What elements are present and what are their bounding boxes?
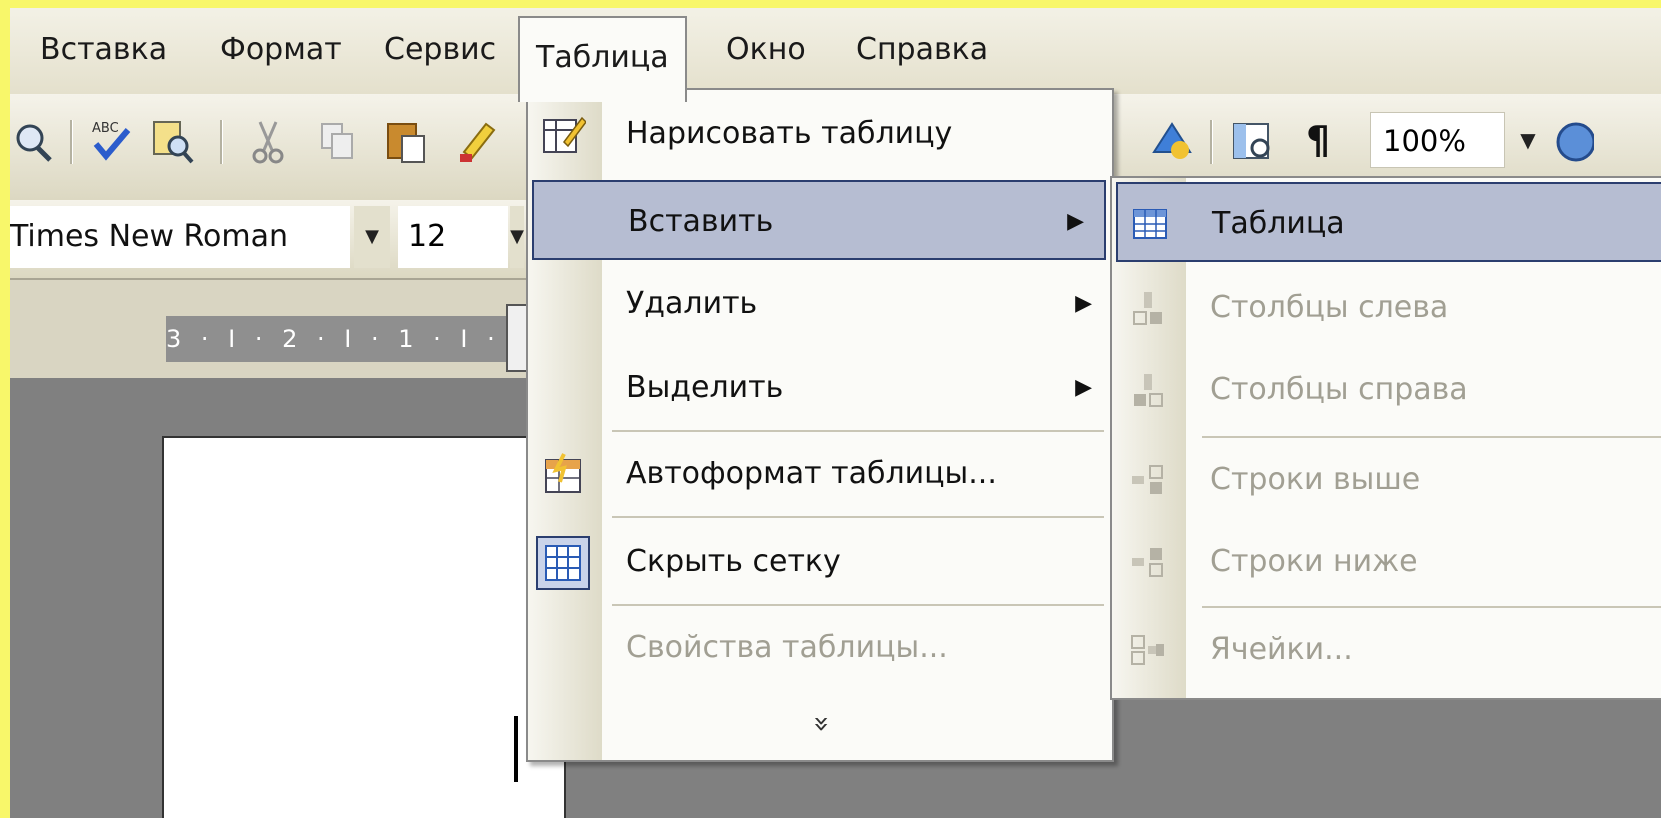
zoom-dropdown-arrow[interactable]: ▼ (1510, 112, 1546, 168)
menu-separator (612, 516, 1104, 518)
submenu-arrow-icon: ▶ (1067, 209, 1084, 234)
rows-below-icon (1132, 548, 1163, 577)
research-icon[interactable] (150, 116, 194, 166)
menu-item-label: Выделить (626, 370, 784, 405)
submenu-item-label: Строки выше (1210, 462, 1421, 497)
menu-help[interactable]: Справка (856, 32, 988, 67)
font-name-dropdown-arrow[interactable]: ▼ (354, 206, 390, 268)
text-cursor (514, 716, 518, 782)
svg-text:ABC: ABC (92, 121, 119, 136)
menu-item-label: Скрыть сетку (626, 544, 841, 579)
show-hide-formatting-button[interactable]: ¶ (1306, 112, 1330, 168)
submenu-item-label: Столбцы справа (1210, 372, 1468, 407)
menu-item-label: Свойства таблицы... (626, 630, 948, 665)
menu-item-autoformat-table[interactable]: Автоформат таблицы... (528, 434, 1112, 514)
spelling-icon[interactable]: ABC (90, 116, 134, 166)
menu-item-label: Вставить (628, 204, 774, 239)
insert-submenu: Таблица Столбцы слева Столбцы справа Стр… (1110, 176, 1661, 700)
cut-icon[interactable] (246, 116, 290, 166)
submenu-arrow-icon: ▶ (1075, 375, 1092, 400)
columns-right-icon (1134, 374, 1163, 407)
menu-item-label: Нарисовать таблицу (626, 116, 953, 151)
submenu-item-columns-left[interactable]: Столбцы слева (1112, 268, 1661, 348)
submenu-item-label: Таблица (1212, 206, 1345, 241)
menu-separator (612, 430, 1104, 432)
submenu-arrow-icon: ▶ (1075, 291, 1092, 316)
menu-item-table-properties[interactable]: Свойства таблицы... (528, 608, 1112, 688)
table-icon (1133, 209, 1167, 239)
help-icon[interactable] (1550, 116, 1594, 166)
toolbar-separator (70, 120, 73, 164)
columns-left-icon (1133, 292, 1162, 325)
menu-separator (612, 604, 1104, 606)
menu-window[interactable]: Окно (726, 32, 806, 67)
autoformat-table-icon (545, 453, 581, 493)
print-preview-icon[interactable] (10, 116, 54, 166)
zoom-field[interactable]: 100% (1370, 112, 1505, 168)
submenu-item-label: Столбцы слева (1210, 290, 1449, 325)
submenu-item-label: Строки ниже (1210, 544, 1418, 579)
font-size-field[interactable]: 12 (398, 206, 508, 268)
menu-table[interactable]: Таблица (518, 16, 687, 102)
submenu-item-columns-right[interactable]: Столбцы справа (1112, 350, 1661, 430)
toolbar-separator (220, 120, 223, 164)
menu-item-label: Удалить (626, 286, 758, 321)
document-page[interactable] (162, 436, 566, 818)
submenu-item-rows-above[interactable]: Строки выше (1112, 440, 1661, 520)
draw-table-icon (543, 116, 586, 153)
document-map-icon[interactable] (1230, 116, 1274, 166)
cells-icon (1131, 635, 1164, 665)
format-painter-icon[interactable] (456, 116, 500, 166)
rows-above-icon (1132, 465, 1163, 494)
submenu-item-rows-below[interactable]: Строки ниже (1112, 522, 1661, 602)
horizontal-ruler: 3 · I · 2 · I · 1 · I · (166, 316, 516, 362)
font-name-field[interactable]: Times New Roman (10, 206, 350, 268)
menu-tools[interactable]: Сервис (384, 32, 496, 67)
menu-insert[interactable]: Вставка (40, 32, 167, 67)
menu-separator (1202, 436, 1661, 438)
menu-bar: Вставка Формат Сервис Таблица Окно Справ… (10, 8, 1661, 102)
font-size-dropdown-arrow[interactable]: ▼ (510, 206, 524, 268)
word-window: Вставка Формат Сервис Таблица Окно Справ… (10, 8, 1661, 818)
submenu-item-label: Ячейки... (1210, 632, 1353, 667)
table-menu-dropdown: Нарисовать таблицу Вставить ▶ Удалить ▶ … (526, 88, 1114, 762)
expand-menu-chevron-icon[interactable]: » (802, 704, 842, 744)
menu-item-label: Автоформат таблицы... (626, 456, 997, 491)
hide-gridlines-icon (536, 536, 590, 590)
menu-item-draw-table[interactable]: Нарисовать таблицу (528, 94, 1112, 174)
submenu-item-cells[interactable]: Ячейки... (1112, 610, 1661, 690)
toolbar-separator (1210, 120, 1213, 164)
drawing-icon[interactable] (1150, 116, 1194, 166)
menu-format[interactable]: Формат (220, 32, 342, 67)
menu-separator (1202, 606, 1661, 608)
menu-item-delete[interactable]: Удалить ▶ (528, 264, 1112, 344)
copy-icon[interactable] (316, 116, 360, 166)
paste-icon[interactable] (384, 116, 428, 166)
menu-item-hide-gridlines[interactable]: Скрыть сетку (528, 522, 1112, 602)
menu-item-select[interactable]: Выделить ▶ (528, 348, 1112, 428)
submenu-item-table[interactable]: Таблица (1116, 182, 1661, 262)
menu-item-insert[interactable]: Вставить ▶ (532, 180, 1106, 260)
